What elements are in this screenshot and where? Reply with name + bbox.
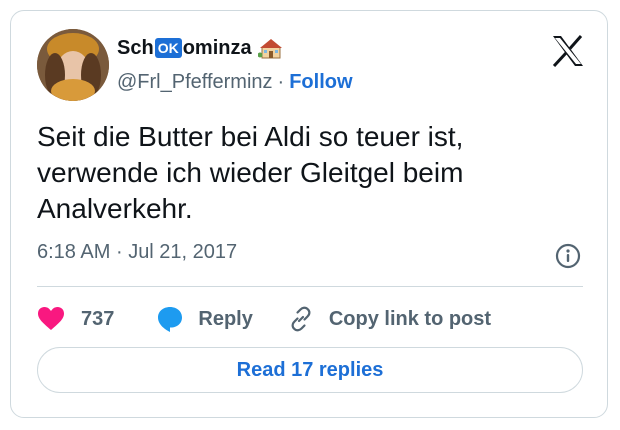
- read-replies-label: Read 17 replies: [236, 358, 384, 381]
- tweet-date: Jul 21, 2017: [128, 241, 238, 263]
- reply-bubble-icon: [158, 307, 183, 332]
- tweet-line: Seit die Butter bei Aldi so teuer ist,: [37, 121, 464, 152]
- meta-separator: ·: [115, 241, 123, 263]
- copy-link-label: Copy link to post: [328, 307, 492, 330]
- copy-link-button[interactable]: Copy link to post: [287, 305, 491, 333]
- reply-button[interactable]: Reply: [156, 305, 253, 333]
- author-handle[interactable]: @Frl_Pfefferminz: [117, 71, 273, 94]
- author-name[interactable]: Sch OK ominza: [117, 35, 284, 61]
- ok-badge: OK: [154, 38, 182, 58]
- follow-button[interactable]: Follow: [289, 71, 352, 94]
- tweet-timestamp[interactable]: 6:18 AM · Jul 21, 2017: [37, 241, 237, 264]
- tweet-line: Analverkehr.: [37, 193, 193, 224]
- like-count: 737: [81, 307, 115, 330]
- info-icon[interactable]: [555, 243, 581, 269]
- divider: [37, 286, 583, 287]
- house-emoji-icon: [257, 37, 284, 59]
- action-bar: 737 Reply Copy link to post: [37, 303, 491, 335]
- heart-icon: [38, 307, 64, 330]
- avatar[interactable]: [37, 29, 109, 101]
- reply-label: Reply: [198, 307, 253, 330]
- like-button[interactable]: 737: [37, 306, 114, 332]
- tweet-time: 6:18 AM: [37, 241, 111, 263]
- handle-row: @Frl_Pfefferminz · Follow: [117, 71, 353, 94]
- link-icon: [291, 306, 311, 332]
- author-name-prefix: Sch: [117, 36, 154, 59]
- x-logo-icon[interactable]: [551, 35, 585, 68]
- author-name-suffix: ominza: [182, 36, 252, 59]
- tweet-line: verwende ich wieder Gleitgel beim: [37, 157, 464, 188]
- tweet-text: Seit die Butter bei Aldi so teuer ist, v…: [37, 119, 577, 227]
- handle-separator: ·: [277, 71, 285, 93]
- read-replies-button[interactable]: Read 17 replies: [37, 347, 583, 393]
- tweet-card: Sch OK ominza @Frl_Pfefferminz · Follow: [10, 10, 608, 418]
